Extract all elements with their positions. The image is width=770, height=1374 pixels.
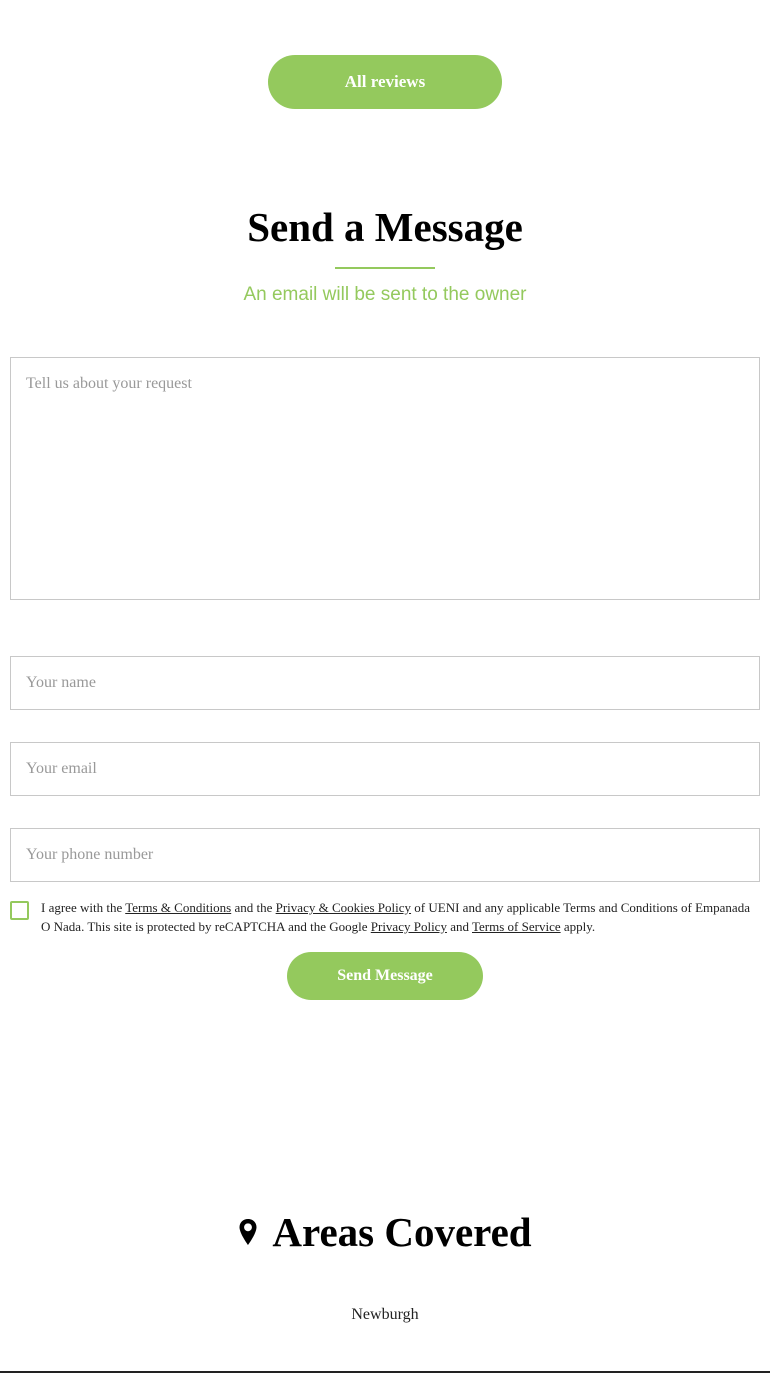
send-message-button[interactable]: Send Message: [287, 952, 483, 1000]
footer-divider: [0, 1371, 770, 1373]
areas-covered-heading: Areas Covered: [0, 1208, 770, 1256]
email-input[interactable]: [10, 742, 760, 796]
consent-text: I agree with the Terms & Conditions and …: [41, 898, 750, 936]
map-pin-icon: [239, 1219, 257, 1245]
consent-text-part: I agree with the: [41, 900, 126, 915]
request-textarea[interactable]: [10, 357, 760, 600]
areas-covered-title: Areas Covered: [272, 1209, 532, 1255]
send-message-title: Send a Message: [247, 204, 523, 250]
consent-text-part: and the: [231, 900, 276, 915]
all-reviews-button[interactable]: All reviews: [268, 55, 502, 109]
title-divider: [335, 267, 435, 269]
privacy-cookies-policy-link[interactable]: Privacy & Cookies Policy: [276, 900, 411, 915]
google-terms-of-service-link[interactable]: Terms of Service: [472, 919, 561, 934]
consent-text-part: and: [446, 919, 472, 934]
consent-checkbox[interactable]: [10, 901, 29, 920]
send-actions: Send Message: [0, 952, 770, 1000]
name-input[interactable]: [10, 656, 760, 710]
consent-row: I agree with the Terms & Conditions and …: [10, 898, 750, 936]
phone-input[interactable]: [10, 828, 760, 882]
send-message-subtitle: An email will be sent to the owner: [243, 284, 527, 305]
area-item-newburgh: Newburgh: [351, 1306, 419, 1323]
google-privacy-policy-link[interactable]: Privacy Policy: [371, 919, 447, 934]
consent-text-part: apply.: [560, 919, 596, 934]
reviews-actions: All reviews: [0, 55, 770, 109]
terms-conditions-link[interactable]: Terms & Conditions: [125, 900, 231, 915]
